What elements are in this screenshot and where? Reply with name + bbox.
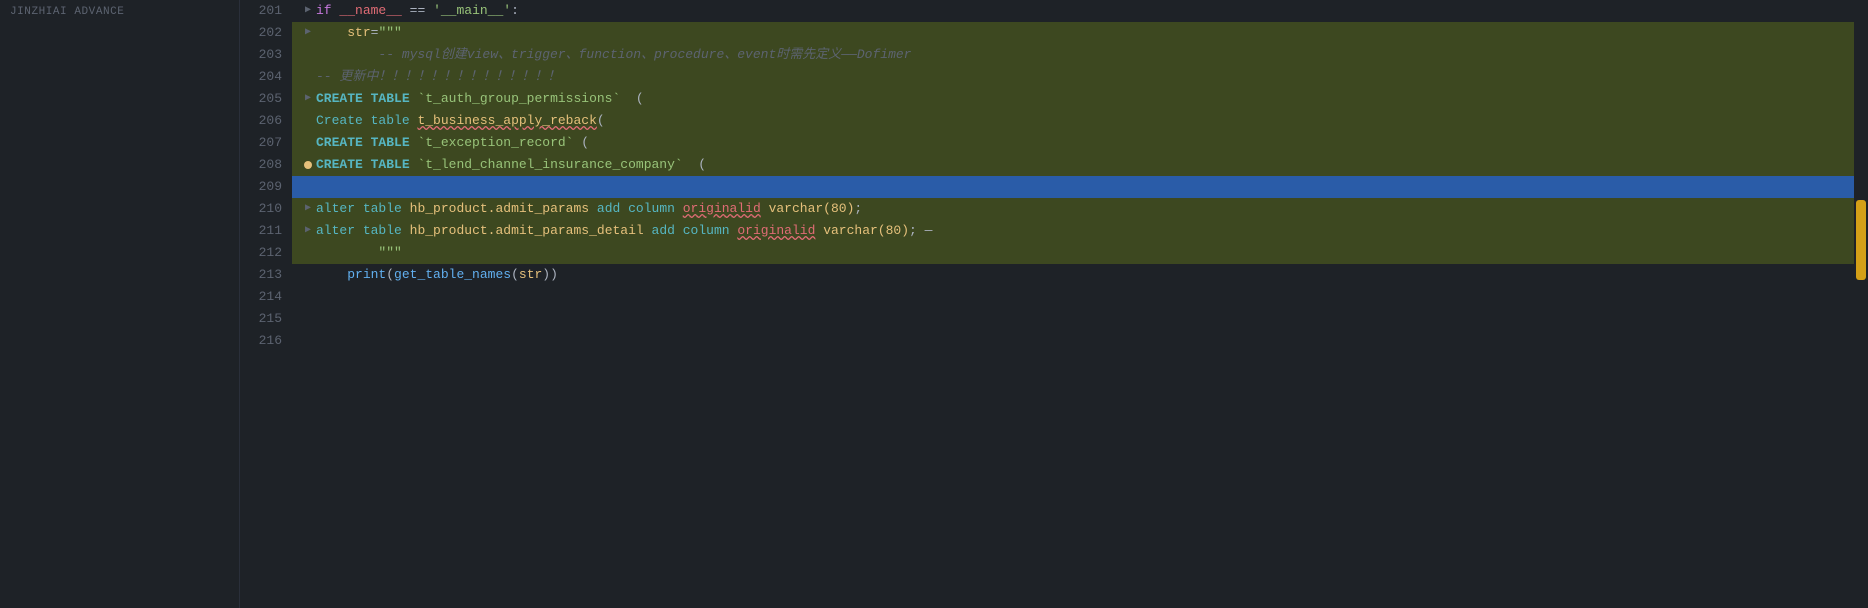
line-num-211: 211 bbox=[240, 220, 282, 242]
code-area: 201 202 203 204 205 206 207 208 209 210 … bbox=[240, 0, 1868, 608]
code-line-215[interactable] bbox=[292, 308, 1854, 330]
editor-container: JINZHIAI ADVANCE 201 202 203 204 205 206… bbox=[0, 0, 1868, 608]
line-num-203: 203 bbox=[240, 44, 282, 66]
fold-icon-201[interactable]: ▶ bbox=[300, 0, 316, 22]
code-line-203[interactable]: -- mysql创建view、trigger、function、procedur… bbox=[292, 44, 1854, 66]
sidebar: JINZHIAI ADVANCE bbox=[0, 0, 240, 608]
code-line-202[interactable]: ▶ str = """ bbox=[292, 22, 1854, 44]
vertical-scrollbar[interactable] bbox=[1854, 0, 1868, 608]
line-num-216: 216 bbox=[240, 330, 282, 352]
line-num-209: 209 bbox=[240, 176, 282, 198]
line-num-212: 212 bbox=[240, 242, 282, 264]
code-line-214[interactable] bbox=[292, 286, 1854, 308]
line-num-213: 213 bbox=[240, 264, 282, 286]
line-num-202: 202 bbox=[240, 22, 282, 44]
line-num-215: 215 bbox=[240, 308, 282, 330]
line-num-206: 206 bbox=[240, 110, 282, 132]
code-line-209[interactable] bbox=[292, 176, 1854, 198]
sidebar-header: JINZHIAI ADVANCE bbox=[0, 0, 239, 24]
fold-icon-211[interactable]: ▶ bbox=[300, 220, 316, 242]
code-line-206[interactable]: Create table t_business_apply_reback ( bbox=[292, 110, 1854, 132]
code-line-210[interactable]: ▶ alter table hb_product.admit_params ad… bbox=[292, 198, 1854, 220]
code-line-208[interactable]: CREATE TABLE `t_lend_channel_insurance_c… bbox=[292, 154, 1854, 176]
code-line-207[interactable]: CREATE TABLE `t_exception_record` ( bbox=[292, 132, 1854, 154]
code-line-212[interactable]: """ bbox=[292, 242, 1854, 264]
code-line-201[interactable]: ▶ if __name__ == '__main__' : bbox=[292, 0, 1854, 22]
fold-icon-202[interactable]: ▶ bbox=[300, 22, 316, 44]
fold-icon-205[interactable]: ▶ bbox=[300, 88, 316, 110]
line-num-205: 205 bbox=[240, 88, 282, 110]
code-lines[interactable]: ▶ if __name__ == '__main__' : ▶ str = ""… bbox=[292, 0, 1854, 608]
code-line-216[interactable] bbox=[292, 330, 1854, 352]
code-line-204[interactable]: -- 更新中！！！！！！！！！！！！！！ bbox=[292, 66, 1854, 88]
fold-icon-210[interactable]: ▶ bbox=[300, 198, 316, 220]
line-num-214: 214 bbox=[240, 286, 282, 308]
line-num-204: 204 bbox=[240, 66, 282, 88]
code-line-213[interactable]: print ( get_table_names ( str )) bbox=[292, 264, 1854, 286]
line-num-210: 210 bbox=[240, 198, 282, 220]
warning-icon-208 bbox=[300, 161, 316, 169]
line-numbers: 201 202 203 204 205 206 207 208 209 210 … bbox=[240, 0, 292, 608]
scrollbar-thumb[interactable] bbox=[1856, 200, 1866, 280]
code-line-211[interactable]: ▶ alter table hb_product.admit_params_de… bbox=[292, 220, 1854, 242]
line-num-207: 207 bbox=[240, 132, 282, 154]
line-num-208: 208 bbox=[240, 154, 282, 176]
code-line-205[interactable]: ▶ CREATE TABLE `t_auth_group_permissions… bbox=[292, 88, 1854, 110]
line-num-201: 201 bbox=[240, 0, 282, 22]
